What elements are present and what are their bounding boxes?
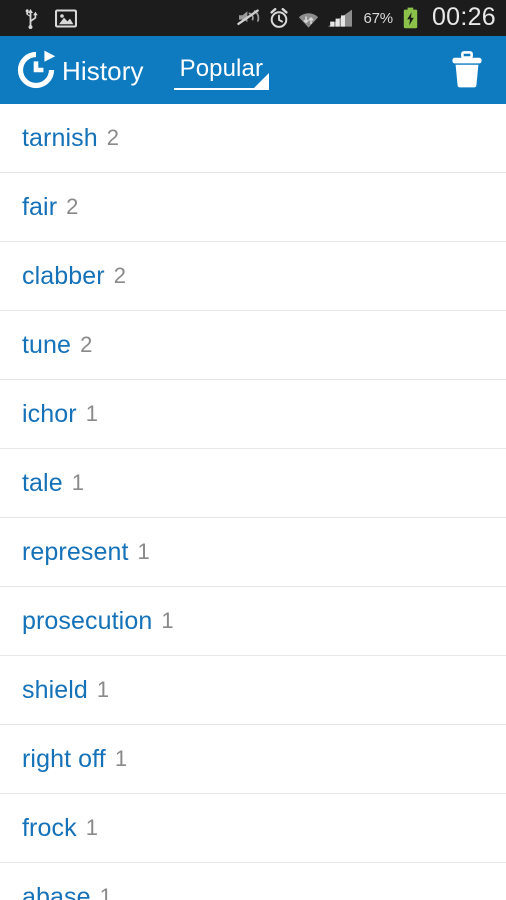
list-item-word: ichor	[22, 399, 77, 428]
list-item[interactable]: prosecution 1	[0, 587, 506, 656]
list-item[interactable]: tarnish 2	[0, 104, 506, 173]
history-list[interactable]: tarnish 2 fair 2 clabber 2 tune 2 ichor …	[0, 104, 506, 900]
list-item[interactable]: fair 2	[0, 173, 506, 242]
list-item[interactable]: right off 1	[0, 725, 506, 794]
screenshot-icon	[55, 8, 77, 28]
filter-spinner[interactable]: Popular	[173, 54, 270, 90]
status-bar-clock: 00:26	[431, 2, 496, 31]
list-item[interactable]: shield 1	[0, 656, 506, 725]
list-item[interactable]: represent 1	[0, 518, 506, 587]
alarm-icon	[269, 7, 289, 29]
action-bar: History Popular	[0, 36, 506, 104]
delete-history-button[interactable]	[446, 47, 488, 93]
list-item-word: represent	[22, 537, 129, 566]
history-icon	[14, 48, 58, 92]
list-item[interactable]: tune 2	[0, 311, 506, 380]
battery-percent: 67%	[363, 9, 394, 27]
list-item-count: 2	[80, 332, 93, 357]
page-title: History	[62, 56, 144, 86]
status-bar: 67% 00:26	[0, 0, 506, 36]
battery-charging-icon	[403, 7, 418, 29]
chevron-down-icon	[254, 72, 270, 88]
list-item-count: 1	[85, 401, 99, 426]
list-item-word: tale	[22, 468, 63, 497]
list-item-count: 1	[85, 815, 99, 840]
list-item[interactable]: abase 1	[0, 863, 506, 900]
list-item-word: frock	[22, 813, 77, 842]
list-item-word: tune	[22, 330, 72, 359]
list-item-word: fair	[22, 192, 58, 221]
list-item[interactable]: ichor 1	[0, 380, 506, 449]
filter-spinner-label: Popular	[179, 54, 264, 82]
list-item-word: right off	[22, 744, 106, 773]
list-item[interactable]: clabber 2	[0, 242, 506, 311]
status-bar-left-icons	[22, 8, 77, 29]
list-item-word: tarnish	[22, 123, 98, 152]
list-item-count: 1	[96, 677, 110, 702]
trash-icon	[450, 51, 484, 89]
list-item[interactable]: tale 1	[0, 449, 506, 518]
status-bar-right-icons: 67% 00:26	[236, 2, 497, 31]
list-item-count: 1	[99, 884, 112, 900]
list-item-count: 1	[137, 539, 150, 564]
app-home-button[interactable]: History	[14, 48, 144, 92]
list-item-word: abase	[22, 882, 91, 900]
list-item-count: 2	[113, 263, 127, 288]
list-item-word: clabber	[22, 261, 105, 290]
list-item[interactable]: frock 1	[0, 794, 506, 863]
usb-icon	[22, 8, 39, 29]
list-item-word: prosecution	[22, 606, 153, 635]
list-item-count: 1	[71, 470, 85, 495]
list-item-count: 1	[161, 608, 174, 633]
mute-icon	[236, 8, 260, 28]
list-item-count: 1	[114, 746, 128, 771]
spinner-underline	[173, 87, 270, 90]
list-item-count: 2	[66, 194, 79, 219]
list-item-count: 2	[106, 125, 120, 150]
wifi-icon	[298, 8, 319, 29]
signal-icon	[327, 8, 353, 28]
list-item-word: shield	[22, 675, 88, 704]
